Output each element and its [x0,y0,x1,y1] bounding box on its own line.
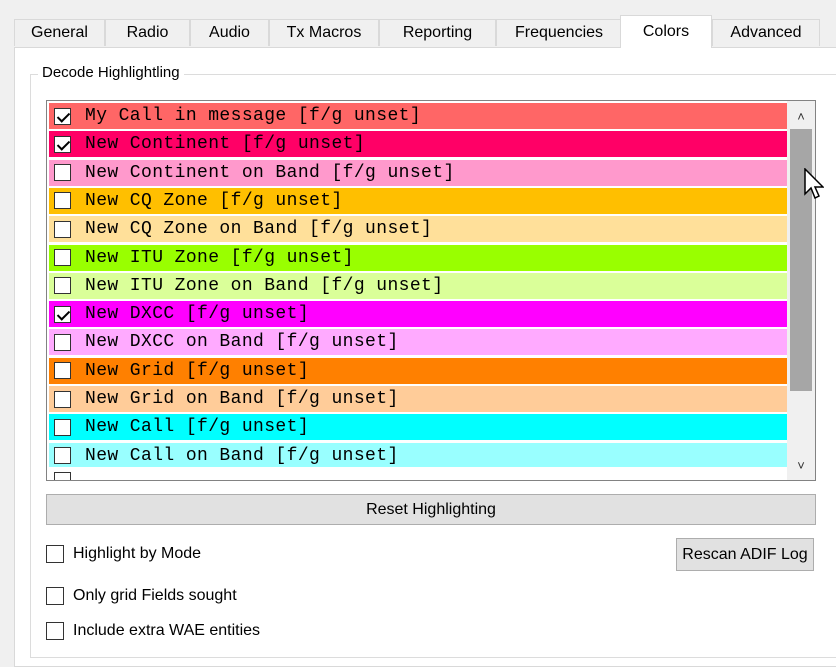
only-grid-fields-label: Only grid Fields sought [73,587,237,604]
list-item[interactable]: New ITU Zone [f/g unset] [49,244,787,271]
include-wae-option[interactable]: Include extra WAE entities [46,622,260,640]
row-checkbox[interactable] [54,192,71,210]
tab-colors[interactable]: Colors [620,15,712,48]
list-item-partial [49,467,787,480]
tab-advanced[interactable]: Advanced [712,19,820,46]
tab-radio[interactable]: Radio [105,19,190,46]
list-item[interactable]: New Call [f/g unset] [49,414,787,441]
row-label: New Grid on Band [f/g unset] [85,389,399,409]
list-item[interactable]: New CQ Zone [f/g unset] [49,187,787,214]
row-label: New Grid [f/g unset] [85,360,310,381]
row-checkbox[interactable] [54,418,71,436]
row-checkbox[interactable] [54,277,71,295]
row-checkbox [54,471,71,480]
row-label: New Call [f/g unset] [85,417,310,438]
only-grid-fields-checkbox[interactable] [46,587,64,605]
tab-reporting[interactable]: Reporting [379,19,496,46]
tab-bar: General Radio Audio Tx Macros Reporting … [14,15,836,48]
list-item[interactable]: New Grid [f/g unset] [49,357,787,384]
row-checkbox[interactable] [54,305,71,323]
group-title: Decode Highlightling [38,64,184,81]
row-label: New ITU Zone on Band [f/g unset] [85,275,444,296]
list-item[interactable]: New ITU Zone on Band [f/g unset] [49,272,787,299]
list-item[interactable]: New Continent [f/g unset] [49,131,787,158]
list-item[interactable]: New Call on Band [f/g unset] [49,442,787,469]
include-wae-label: Include extra WAE entities [73,622,261,639]
highlight-by-mode-checkbox[interactable] [46,545,64,563]
row-checkbox[interactable] [54,390,71,408]
list-item[interactable]: New Grid on Band [f/g unset] [49,386,787,412]
list-item[interactable]: New Continent on Band [f/g unset] [49,159,787,186]
list-scrollbar[interactable]: ˄ ˅ [787,101,815,480]
include-wae-checkbox[interactable] [46,622,64,640]
rescan-adif-log-button[interactable]: Rescan ADIF Log [676,538,814,571]
tab-tx-macros[interactable]: Tx Macros [269,19,379,46]
list-item[interactable]: New DXCC [f/g unset] [49,301,787,328]
row-label: New DXCC on Band [f/g unset] [85,332,399,353]
row-label: New CQ Zone [f/g unset] [85,190,343,211]
list-item[interactable]: New CQ Zone on Band [f/g unset] [49,216,787,243]
row-checkbox[interactable] [54,164,71,182]
row-checkbox[interactable] [54,107,71,125]
row-label: New DXCC [f/g unset] [85,304,310,325]
chevron-down-icon[interactable]: ˅ [787,452,815,478]
reset-highlighting-button[interactable]: Reset Highlighting [46,494,816,525]
highlight-by-mode-label: Highlight by Mode [73,545,202,562]
only-grid-fields-option[interactable]: Only grid Fields sought [46,587,237,605]
tab-frequencies[interactable]: Frequencies [496,19,622,46]
row-label: New Continent on Band [f/g unset] [85,162,455,183]
highlight-by-mode-option[interactable]: Highlight by Mode [46,545,201,563]
row-checkbox[interactable] [54,220,71,238]
tab-general[interactable]: General [14,19,105,46]
row-checkbox[interactable] [54,447,71,465]
tab-audio[interactable]: Audio [190,19,269,46]
row-checkbox[interactable] [54,135,71,153]
row-checkbox[interactable] [54,249,71,266]
highlight-list[interactable]: My Call in message [f/g unset] New Contin… [46,100,816,481]
row-checkbox[interactable] [54,333,71,351]
chevron-up-icon[interactable]: ˄ [787,103,815,129]
mouse-pointer-icon [804,167,825,205]
row-label: New ITU Zone [f/g unset] [85,247,354,268]
list-item[interactable]: My Call in message [f/g unset] [49,103,787,129]
row-checkbox[interactable] [54,362,71,380]
row-label: My Call in message [f/g unset] [85,106,422,126]
list-item[interactable]: New DXCC on Band [f/g unset] [49,329,787,356]
row-label: New Continent [f/g unset] [85,134,366,155]
row-label: New CQ Zone on Band [f/g unset] [85,219,433,240]
row-label: New Call on Band [f/g unset] [85,445,399,466]
